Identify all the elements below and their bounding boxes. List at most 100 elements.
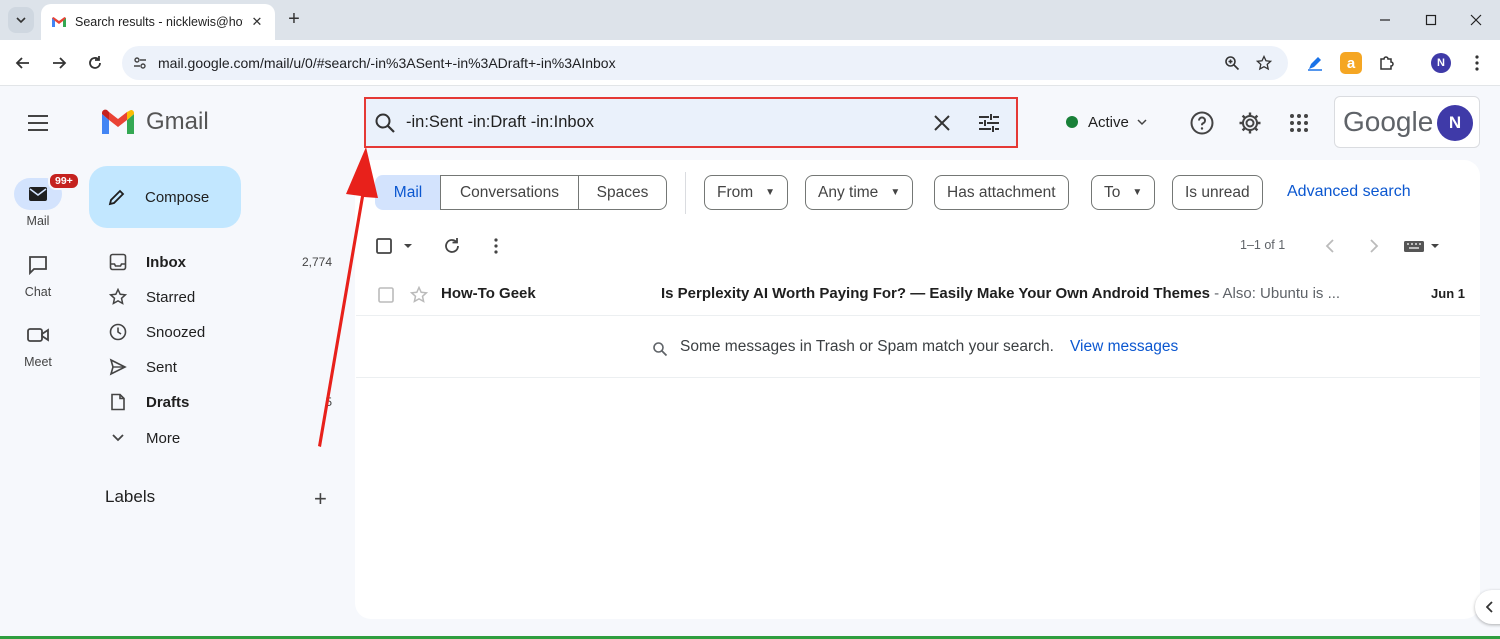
reload-button[interactable] (83, 51, 107, 75)
scope-tab-spaces[interactable]: Spaces (578, 175, 667, 210)
filter-to[interactable]: To ▼ (1091, 175, 1156, 210)
extension-amazon-button[interactable]: a (1339, 51, 1363, 75)
filter-from[interactable]: From ▼ (704, 175, 789, 210)
nav-item-drafts[interactable]: Drafts 5 (100, 385, 340, 419)
filter-any-time[interactable]: Any time ▼ (805, 175, 914, 210)
newer-button[interactable] (1320, 235, 1340, 257)
google-apps-button[interactable] (1286, 110, 1312, 136)
close-tab-icon[interactable]: ✕ (249, 14, 265, 30)
pen-extension-icon (1308, 57, 1322, 71)
url-text: mail.google.com/mail/u/0/#search/-in%3AS… (158, 55, 616, 71)
gmail-logo[interactable]: Gmail (100, 106, 209, 138)
view-messages-link[interactable]: View messages (1070, 338, 1178, 356)
nav-count: 2,774 (301, 255, 332, 269)
nav-item-snoozed[interactable]: Snoozed (100, 315, 340, 349)
mail-icon (29, 187, 47, 201)
browser-tab[interactable]: Search results - nicklewis@how ✕ (41, 4, 275, 40)
scope-tab-mail[interactable]: Mail (375, 175, 441, 210)
chevron-right-icon (1370, 239, 1379, 253)
close-window-button[interactable] (1453, 0, 1499, 40)
profile-button[interactable]: N (1429, 51, 1453, 75)
gmail-wordmark: Gmail (146, 108, 209, 135)
scope-tab-conversations[interactable]: Conversations (440, 175, 579, 210)
table-row[interactable]: How-To Geek Is Perplexity AI Worth Payin… (356, 272, 1480, 316)
google-account-button[interactable]: Google N (1334, 96, 1480, 148)
site-info-icon[interactable] (132, 55, 148, 71)
filter-has-attachment[interactable]: Has attachment (934, 175, 1069, 210)
nav-item-sent[interactable]: Sent (100, 350, 340, 384)
more-actions-button[interactable] (485, 235, 507, 257)
meet-rail-icon-wrap (14, 319, 62, 351)
minimize-window-button[interactable] (1362, 0, 1408, 40)
forward-button[interactable] (47, 51, 71, 75)
browser-toolbar: mail.google.com/mail/u/0/#search/-in%3AS… (0, 40, 1500, 86)
rail-item-mail[interactable]: 99+ Mail (0, 172, 80, 228)
nav-item-more[interactable]: More (100, 421, 340, 455)
star-icon[interactable] (410, 286, 428, 304)
input-tools-button[interactable] (1402, 235, 1442, 257)
create-label-button[interactable]: + (314, 486, 327, 512)
support-button[interactable] (1189, 110, 1215, 136)
settings-button[interactable] (1237, 110, 1263, 136)
search-options-icon[interactable] (978, 113, 1000, 133)
status-selector[interactable]: Active (1054, 100, 1166, 144)
nav-item-inbox[interactable]: Inbox 2,774 (100, 245, 340, 279)
side-panel-toggle[interactable] (1475, 590, 1500, 624)
chevron-down-icon (108, 428, 128, 448)
keyboard-icon (1404, 241, 1439, 252)
google-wordmark: Google (1343, 106, 1434, 137)
message-sender: How-To Geek (441, 285, 536, 302)
nav-label: Sent (146, 358, 177, 376)
search-icon[interactable] (374, 112, 396, 134)
rail-item-chat[interactable]: Chat (0, 249, 76, 299)
select-all-checkbox[interactable] (375, 235, 415, 257)
filter-any-time-label: Any time (818, 183, 879, 201)
message-date: Jun 1 (1431, 286, 1465, 301)
nav-label: More (146, 429, 181, 447)
video-camera-icon (27, 328, 49, 342)
send-icon (108, 357, 128, 377)
compose-button[interactable]: Compose (89, 166, 241, 228)
amazon-extension-icon: a (1340, 52, 1362, 74)
more-vert-icon (494, 238, 498, 254)
browser-tab-strip: Search results - nicklewis@how ✕ + (0, 0, 1500, 40)
advanced-search-link[interactable]: Advanced search (1287, 183, 1411, 201)
bookmark-star-icon[interactable] (1256, 55, 1272, 71)
main-menu-button[interactable] (26, 114, 50, 132)
tab-search-dropdown-button[interactable] (8, 7, 34, 33)
filter-is-unread-label: Is unread (1185, 183, 1250, 201)
arrow-right-icon (53, 57, 67, 69)
caret-down-icon: ▼ (765, 187, 776, 198)
refresh-button[interactable] (441, 235, 463, 257)
clear-search-icon[interactable] (932, 113, 952, 133)
maximize-icon (1425, 14, 1437, 26)
filter-is-unread[interactable]: Is unread (1172, 175, 1263, 210)
search-bar[interactable]: -in:Sent -in:Draft -in:Inbox (364, 97, 1018, 148)
back-button[interactable] (11, 51, 35, 75)
browser-menu-button[interactable] (1465, 51, 1489, 75)
rail-label-mail: Mail (26, 214, 50, 228)
address-bar[interactable]: mail.google.com/mail/u/0/#search/-in%3AS… (122, 46, 1288, 80)
nav-item-starred[interactable]: Starred (100, 280, 340, 314)
extensions-button[interactable] (1375, 51, 1399, 75)
nav-label: Inbox (146, 253, 186, 271)
zoom-icon[interactable] (1224, 55, 1240, 71)
older-button[interactable] (1364, 235, 1384, 257)
message-list-panel (355, 160, 1480, 619)
mail-rail-icon-wrap: 99+ (14, 172, 80, 210)
rail-label-chat: Chat (24, 285, 52, 299)
filter-from-label: From (717, 183, 754, 201)
chevron-left-icon (1486, 601, 1493, 613)
close-icon (1470, 14, 1482, 26)
search-input[interactable]: -in:Sent -in:Draft -in:Inbox (406, 113, 594, 132)
row-checkbox-icon[interactable] (378, 287, 394, 303)
new-tab-button[interactable]: + (283, 8, 305, 30)
help-icon (1190, 111, 1214, 135)
maximize-window-button[interactable] (1408, 0, 1454, 40)
refresh-icon (445, 238, 459, 253)
extension-pen-button[interactable] (1303, 51, 1327, 75)
chevron-left-icon (1325, 239, 1334, 253)
more-vert-icon (1475, 55, 1479, 71)
rail-item-meet[interactable]: Meet (0, 319, 76, 369)
nav-label: Snoozed (146, 323, 206, 341)
